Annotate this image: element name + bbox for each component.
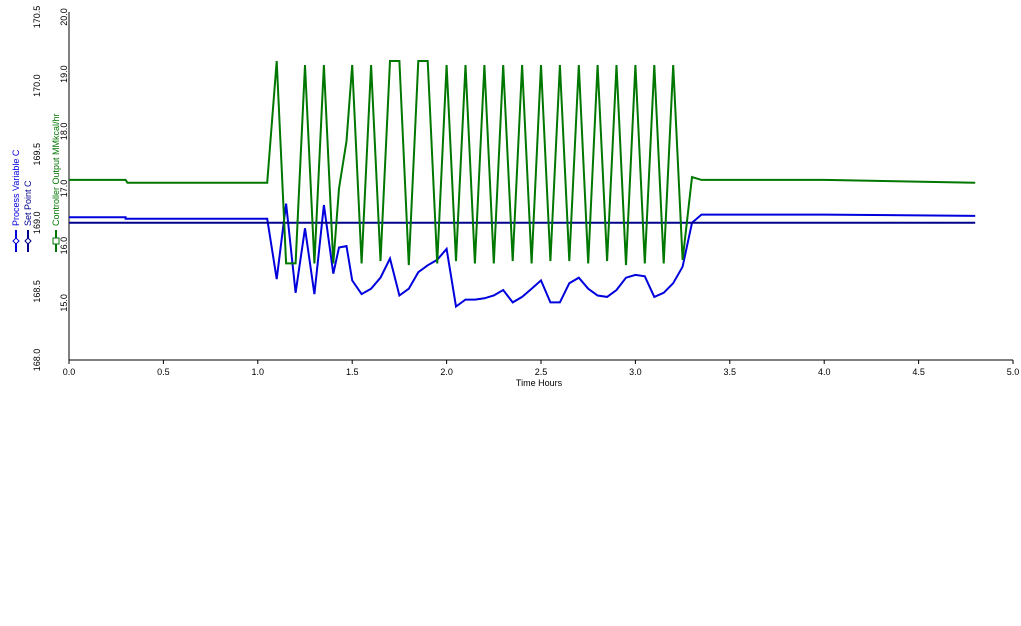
left-y-tick-label: 170.0 bbox=[32, 74, 42, 97]
right-y-tick-label: 20.0 bbox=[59, 8, 69, 26]
series-line-process-variable-c bbox=[69, 203, 976, 309]
left-y-tick-label: 169.0 bbox=[32, 212, 42, 235]
legend-label: Set Point C bbox=[23, 180, 33, 226]
axes-layer: 0.0 0.5 1.0 1.5 2.0 2.5 3.0 3.5 4.0 4.5 5.0 Time Ho… bbox=[32, 6, 1019, 388]
x-tick-label: 0.0 bbox=[63, 367, 76, 377]
left-y-tick-label: 168.5 bbox=[32, 280, 42, 303]
x-tick-label: 1.0 bbox=[252, 367, 265, 377]
series-line-controller-output-mmkcal-hr bbox=[69, 60, 976, 266]
x-tick-label: 2.0 bbox=[440, 367, 453, 377]
right-y-tick-label: 16.0 bbox=[59, 237, 69, 255]
x-tick-label: 2.5 bbox=[535, 367, 548, 377]
x-tick-label: 4.5 bbox=[912, 367, 925, 377]
x-tick-label: 3.0 bbox=[629, 367, 642, 377]
x-axis-title: Time Hours bbox=[516, 378, 563, 388]
left-y-tick-label: 170.5 bbox=[32, 6, 42, 29]
legend-marker-diamond bbox=[24, 237, 32, 245]
x-tick-label: 5.0 bbox=[1007, 367, 1020, 377]
x-tick-label: 1.5 bbox=[346, 367, 359, 377]
series-layer bbox=[69, 60, 976, 309]
left-y-tick-label: 169.5 bbox=[32, 143, 42, 166]
x-tick-label: 0.5 bbox=[157, 367, 170, 377]
legend-marker-diamond bbox=[12, 237, 20, 245]
right-y-tick-label: 15.0 bbox=[59, 294, 69, 312]
x-tick-label: 4.0 bbox=[818, 367, 831, 377]
x-tick-label: 3.5 bbox=[724, 367, 737, 377]
right-y-tick-label: 19.0 bbox=[59, 65, 69, 83]
legend-label: Controller Output MMkcal/hr bbox=[51, 113, 61, 226]
legend-label: Process Variable C bbox=[11, 149, 21, 226]
legend-marker-square bbox=[52, 237, 60, 245]
chart-canvas: 0.0 0.5 1.0 1.5 2.0 2.5 3.0 3.5 4.0 4.5 5.0 Time Ho… bbox=[11, 6, 1019, 388]
left-y-tick-label: 168.0 bbox=[32, 349, 42, 372]
